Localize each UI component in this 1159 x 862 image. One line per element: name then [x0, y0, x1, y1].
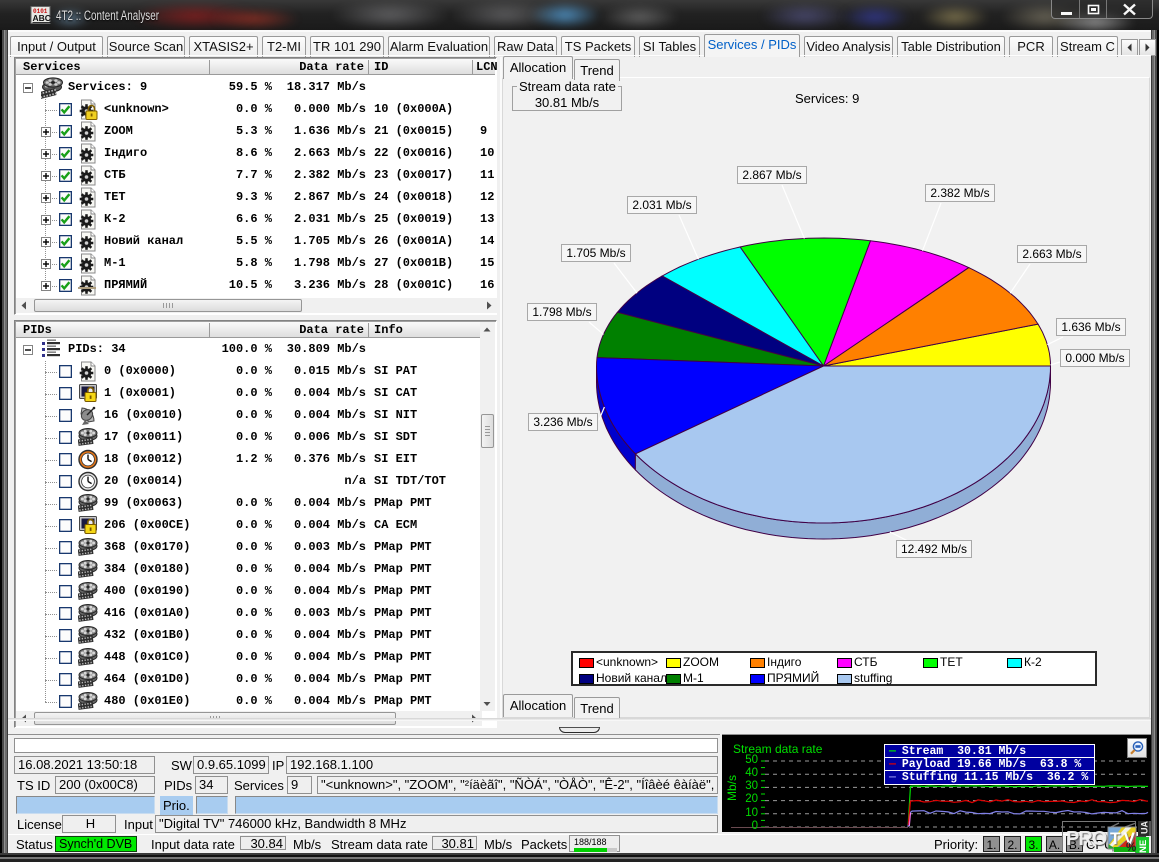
svg-text:ABC: ABC — [33, 13, 51, 23]
svg-text:UA: UA — [1140, 821, 1150, 834]
svg-text:NE: NE — [1138, 840, 1149, 853]
svg-text:PRO: PRO — [1066, 828, 1107, 850]
